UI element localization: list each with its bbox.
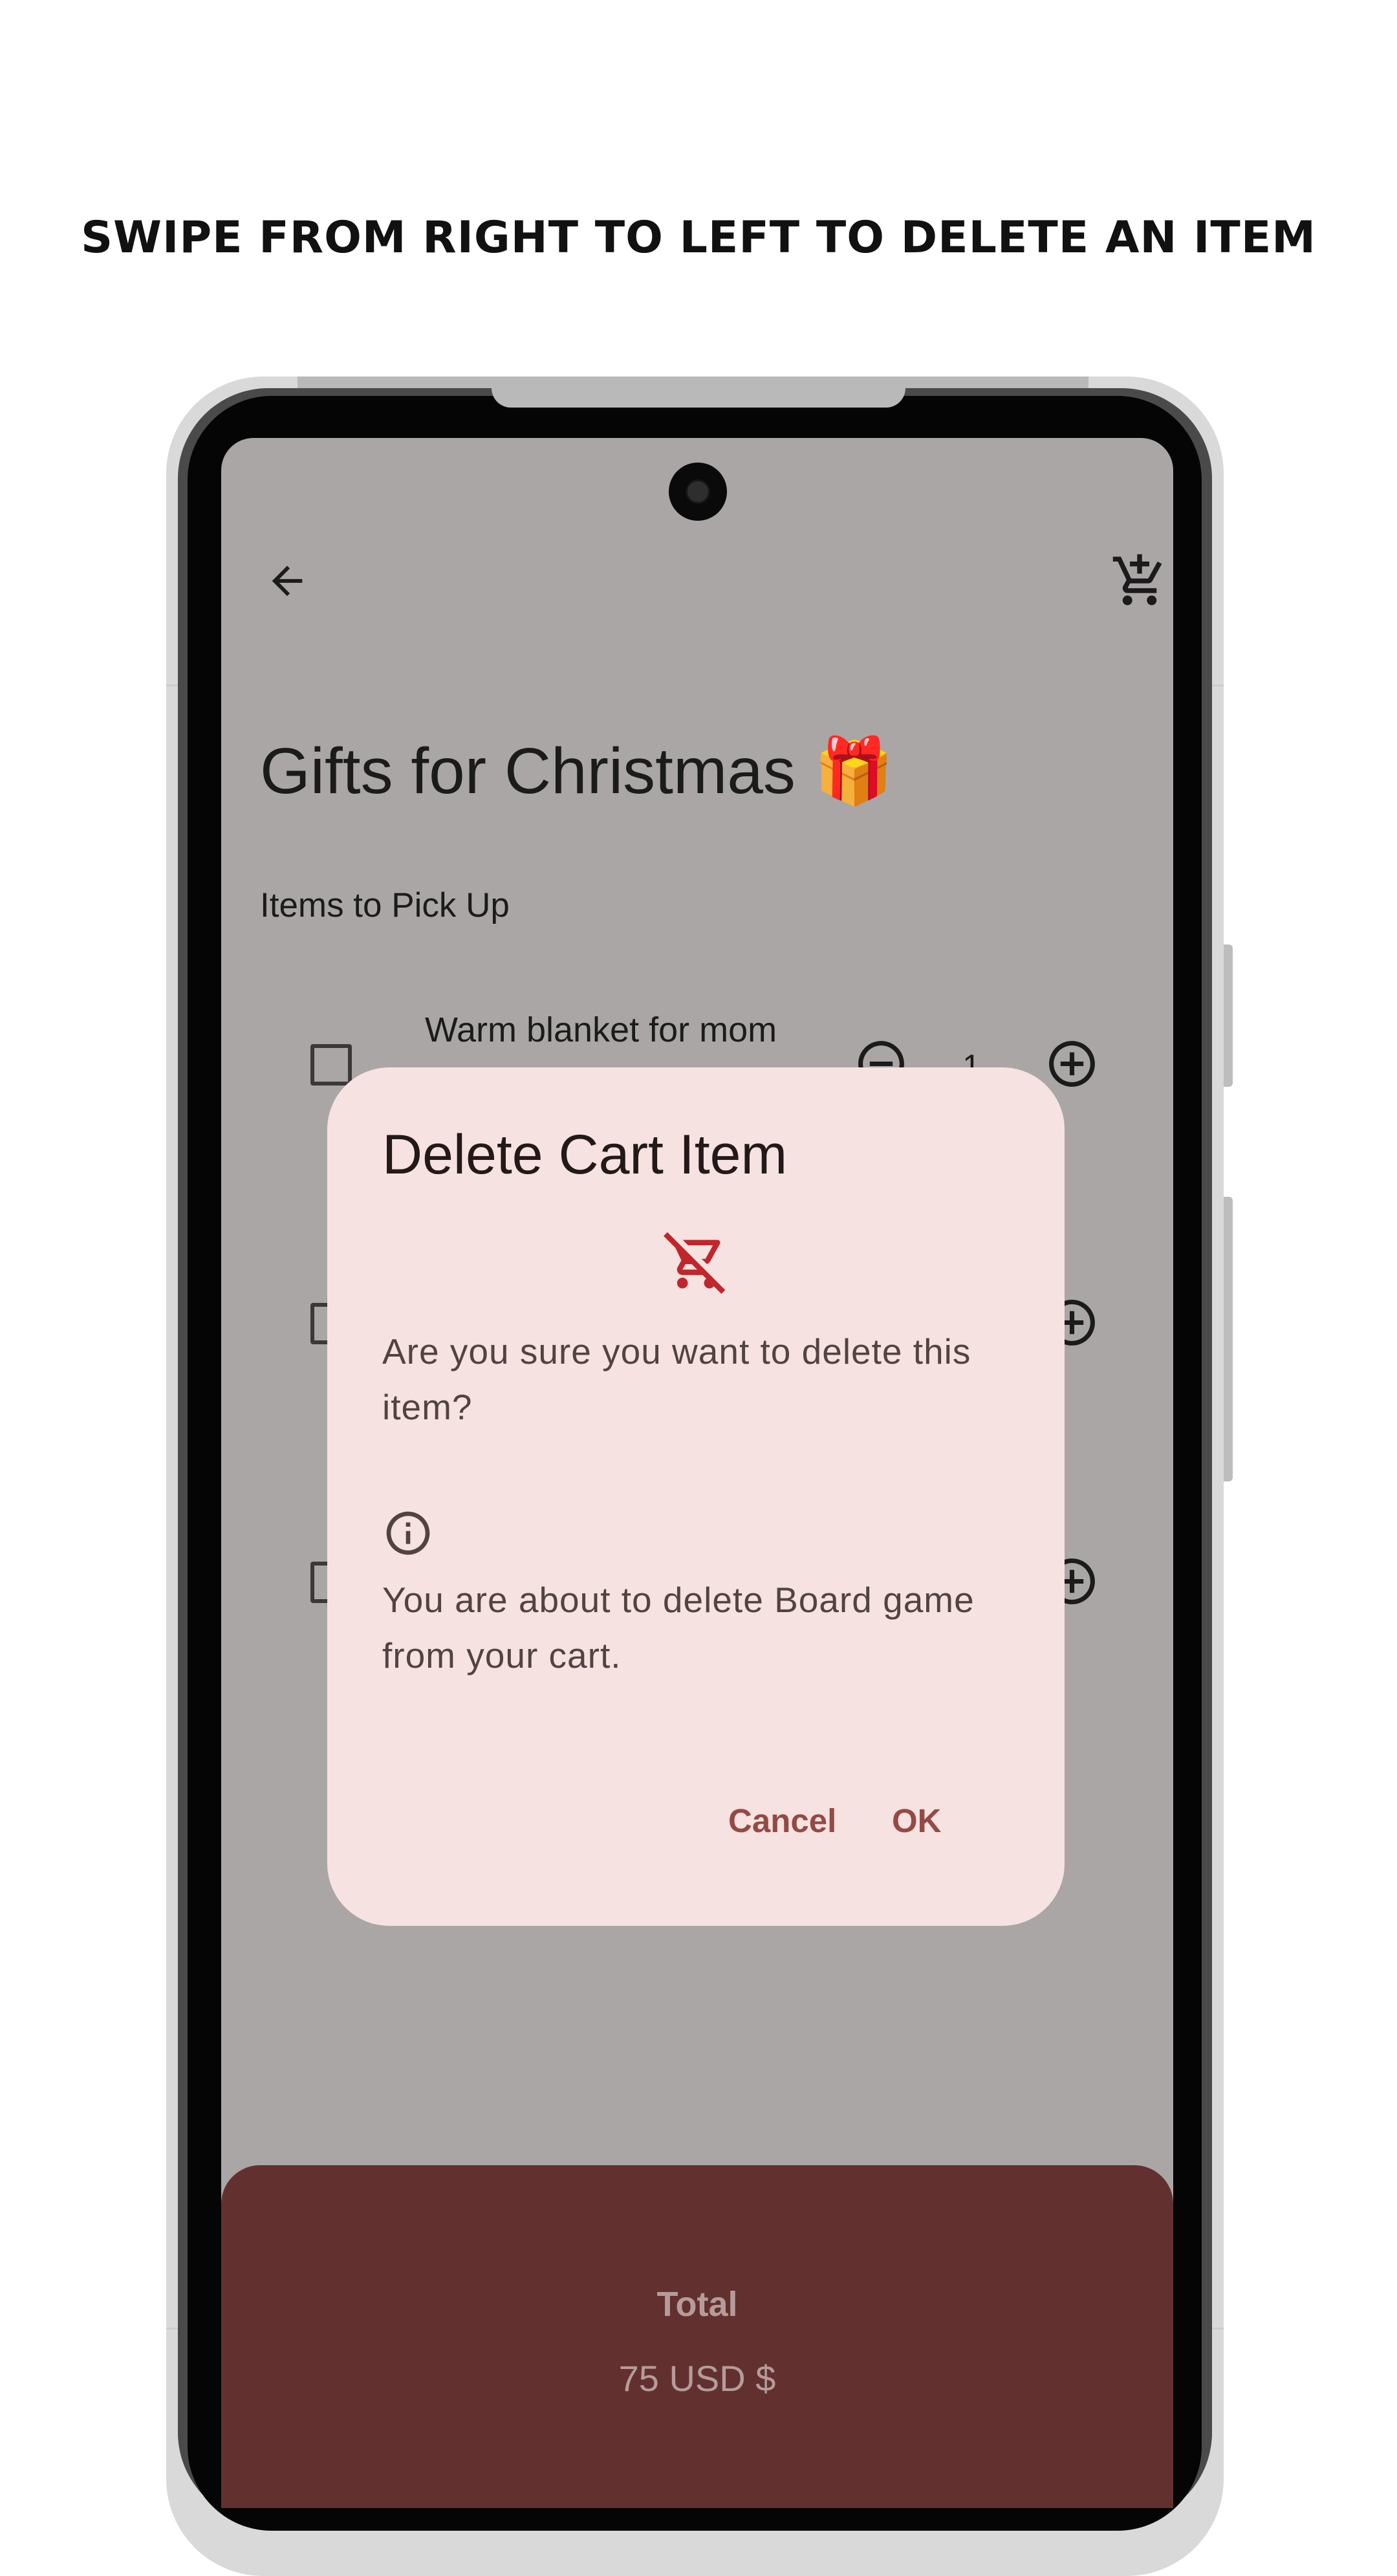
dialog-question: Are you sure you want to delete this ite…: [382, 1331, 971, 1427]
power-button: [1224, 1197, 1233, 1481]
plus-circle-icon: [1048, 1040, 1095, 1087]
cancel-button[interactable]: Cancel: [728, 1798, 836, 1844]
total-sheet: [221, 2165, 1173, 2508]
total-value: 75 USD $: [618, 2358, 776, 2399]
delete-dialog: Delete Cart Item Are you sure you want t…: [327, 1067, 1065, 1926]
ok-button[interactable]: OK: [892, 1798, 942, 1844]
speaker-slot: [492, 388, 905, 408]
add-shopping-cart-icon: [1112, 554, 1162, 606]
volume-button: [1224, 944, 1233, 1087]
back-button[interactable]: [252, 545, 323, 617]
section-title: Items to Pick Up: [260, 886, 510, 924]
page-title: Gifts for Christmas 🎁: [260, 735, 894, 807]
total-label: Total: [656, 2285, 738, 2324]
item-checkbox[interactable]: [310, 1044, 352, 1086]
arrow-back-icon: [272, 565, 303, 596]
remove-shopping-cart-icon: [664, 1232, 726, 1294]
add-to-cart-button[interactable]: [1104, 545, 1173, 617]
dialog-title: Delete Cart Item: [382, 1124, 788, 1186]
item-name: Warm blanket for mom: [425, 1010, 777, 1049]
instruction-headline: SWIPE FROM RIGHT TO LEFT TO DELETE AN IT…: [81, 212, 1316, 263]
front-camera: [669, 463, 727, 521]
info-icon: [386, 1511, 430, 1555]
dialog-detail: You are about to delete Board game from …: [382, 1580, 975, 1675]
phone-screen: Gifts for Christmas 🎁 Items to Pick Up W…: [221, 438, 1173, 2508]
